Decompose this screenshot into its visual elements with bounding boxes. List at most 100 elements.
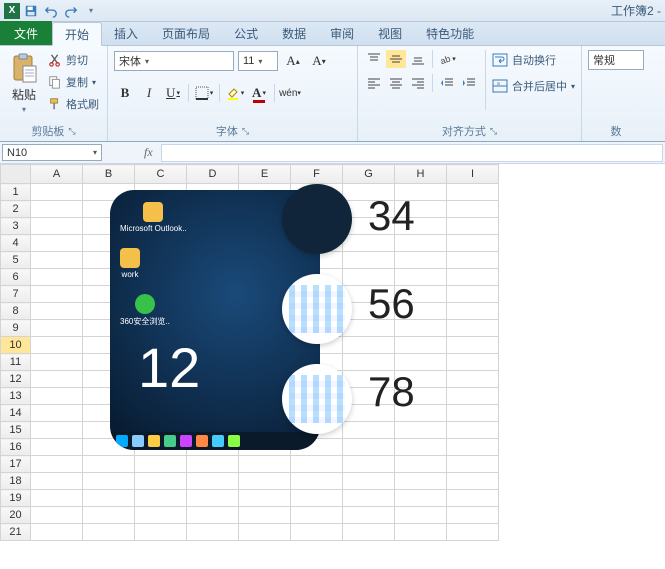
increase-indent-icon[interactable] [459, 74, 479, 92]
row-header[interactable]: 17 [1, 456, 31, 473]
formula-bar-row: N10▾ fx [0, 142, 665, 164]
row-header[interactable]: 8 [1, 303, 31, 320]
undo-icon[interactable] [42, 2, 60, 20]
tab-formula[interactable]: 公式 [222, 21, 270, 45]
overlay-label-2: 56 [368, 280, 415, 328]
row-header[interactable]: 21 [1, 524, 31, 541]
inserted-picture-group[interactable]: Microsoft Outlook.. work 360安全浏览.. 12 34… [110, 190, 440, 460]
align-right-icon[interactable] [408, 74, 428, 92]
file-tab[interactable]: 文件 [0, 21, 52, 45]
col-header[interactable]: A [31, 165, 83, 184]
increase-font-icon[interactable]: A▴ [282, 50, 304, 72]
cut-button[interactable]: 剪切 [46, 50, 101, 70]
tab-insert[interactable]: 插入 [102, 21, 150, 45]
row-header[interactable]: 16 [1, 439, 31, 456]
ribbon-tabs: 文件 开始 插入 页面布局 公式 数据 审阅 视图 特色功能 [0, 22, 665, 46]
row-header[interactable]: 20 [1, 507, 31, 524]
font-launcher-icon[interactable]: ⤡ [242, 126, 249, 137]
row-header[interactable]: 18 [1, 473, 31, 490]
row-header[interactable]: 10 [1, 337, 31, 354]
align-center-icon[interactable] [386, 74, 406, 92]
tab-data[interactable]: 数据 [270, 21, 318, 45]
clipboard-launcher-icon[interactable]: ⤡ [68, 126, 75, 137]
copy-button[interactable]: 复制▾ [46, 72, 101, 92]
font-name-combo[interactable]: 宋体▾ [114, 51, 234, 71]
wrap-text-button[interactable]: 自动换行 [492, 50, 575, 70]
align-middle-icon[interactable] [386, 50, 406, 68]
orientation-icon[interactable]: ab▾ [437, 50, 457, 68]
col-header[interactable]: G [343, 165, 395, 184]
col-header[interactable]: B [83, 165, 135, 184]
name-box[interactable]: N10▾ [2, 144, 102, 161]
font-color-button[interactable]: A▾ [248, 82, 270, 104]
alignment-launcher-icon[interactable]: ⤡ [490, 126, 497, 137]
svg-text:ab: ab [439, 54, 452, 65]
row-header[interactable]: 14 [1, 405, 31, 422]
row-header[interactable]: 4 [1, 235, 31, 252]
row-header[interactable]: 1 [1, 184, 31, 201]
font-size-combo[interactable]: 11▾ [238, 51, 278, 71]
paste-label: 粘贴 [12, 86, 36, 103]
decrease-font-icon[interactable]: A▾ [308, 50, 330, 72]
format-painter-button[interactable]: 格式刷 [46, 94, 101, 114]
row-header[interactable]: 13 [1, 388, 31, 405]
tab-special[interactable]: 特色功能 [414, 21, 486, 45]
circle-thumb-2[interactable] [282, 274, 352, 344]
col-header[interactable]: F [291, 165, 343, 184]
select-all-corner[interactable] [1, 165, 31, 184]
col-header[interactable]: H [395, 165, 447, 184]
col-header[interactable]: I [447, 165, 499, 184]
quick-access-toolbar: X ▾ [4, 2, 100, 20]
tab-view[interactable]: 视图 [366, 21, 414, 45]
workbook-title: 工作簿2 - [611, 2, 661, 19]
underline-button[interactable]: U▾ [162, 82, 184, 104]
circle-thumb-1[interactable] [282, 184, 352, 254]
title-bar: X ▾ 工作簿2 - [0, 0, 665, 22]
fill-color-button[interactable]: ▾ [224, 82, 246, 104]
formula-input[interactable] [161, 144, 663, 162]
tab-layout[interactable]: 页面布局 [150, 21, 222, 45]
row-header[interactable]: 19 [1, 490, 31, 507]
group-clipboard: 粘贴 ▾ 剪切 复制▾ 格式刷 剪贴板⤡ [0, 46, 108, 141]
group-alignment: ab▾ 自动换行 a 合并后居中▾ [358, 46, 582, 141]
fx-icon[interactable]: fx [144, 145, 153, 160]
col-header[interactable]: D [187, 165, 239, 184]
overlay-label-3: 78 [368, 368, 415, 416]
col-header[interactable]: C [135, 165, 187, 184]
overlay-label-1: 34 [368, 192, 415, 240]
col-header[interactable]: E [239, 165, 291, 184]
merge-center-button[interactable]: a 合并后居中▾ [492, 76, 575, 96]
decrease-indent-icon[interactable] [437, 74, 457, 92]
svg-text:a: a [497, 81, 500, 87]
group-font: 宋体▾ 11▾ A▴ A▾ B I U▾ ▾ ▾ A▾ wén▾ 字体⤡ [108, 46, 358, 141]
row-header[interactable]: 12 [1, 371, 31, 388]
save-icon[interactable] [22, 2, 40, 20]
ribbon: 粘贴 ▾ 剪切 复制▾ 格式刷 剪贴板⤡ [0, 46, 665, 142]
group-number: 常规 数 [582, 46, 650, 141]
row-header[interactable]: 6 [1, 269, 31, 286]
paste-button[interactable]: 粘贴 ▾ [6, 50, 42, 121]
redo-icon[interactable] [62, 2, 80, 20]
row-header[interactable]: 2 [1, 201, 31, 218]
circle-thumb-3[interactable] [282, 364, 352, 434]
tab-review[interactable]: 审阅 [318, 21, 366, 45]
row-header[interactable]: 7 [1, 286, 31, 303]
phonetic-button[interactable]: wén▾ [279, 82, 301, 104]
align-bottom-icon[interactable] [408, 50, 428, 68]
row-header[interactable]: 3 [1, 218, 31, 235]
number-format-combo[interactable]: 常规 [588, 50, 644, 70]
border-button[interactable]: ▾ [193, 82, 215, 104]
row-header[interactable]: 9 [1, 320, 31, 337]
worksheet-grid[interactable]: A B C D E F G H I 1 2 3 4 5 6 7 8 9 10 1… [0, 164, 665, 541]
tab-home[interactable]: 开始 [52, 22, 102, 46]
align-top-icon[interactable] [364, 50, 384, 68]
align-left-icon[interactable] [364, 74, 384, 92]
excel-app-icon: X [4, 3, 20, 19]
overlay-big-number: 12 [138, 335, 200, 400]
row-header[interactable]: 15 [1, 422, 31, 439]
row-header[interactable]: 11 [1, 354, 31, 371]
qat-dropdown-icon[interactable]: ▾ [82, 2, 100, 20]
row-header[interactable]: 5 [1, 252, 31, 269]
bold-button[interactable]: B [114, 82, 136, 104]
italic-button[interactable]: I [138, 82, 160, 104]
